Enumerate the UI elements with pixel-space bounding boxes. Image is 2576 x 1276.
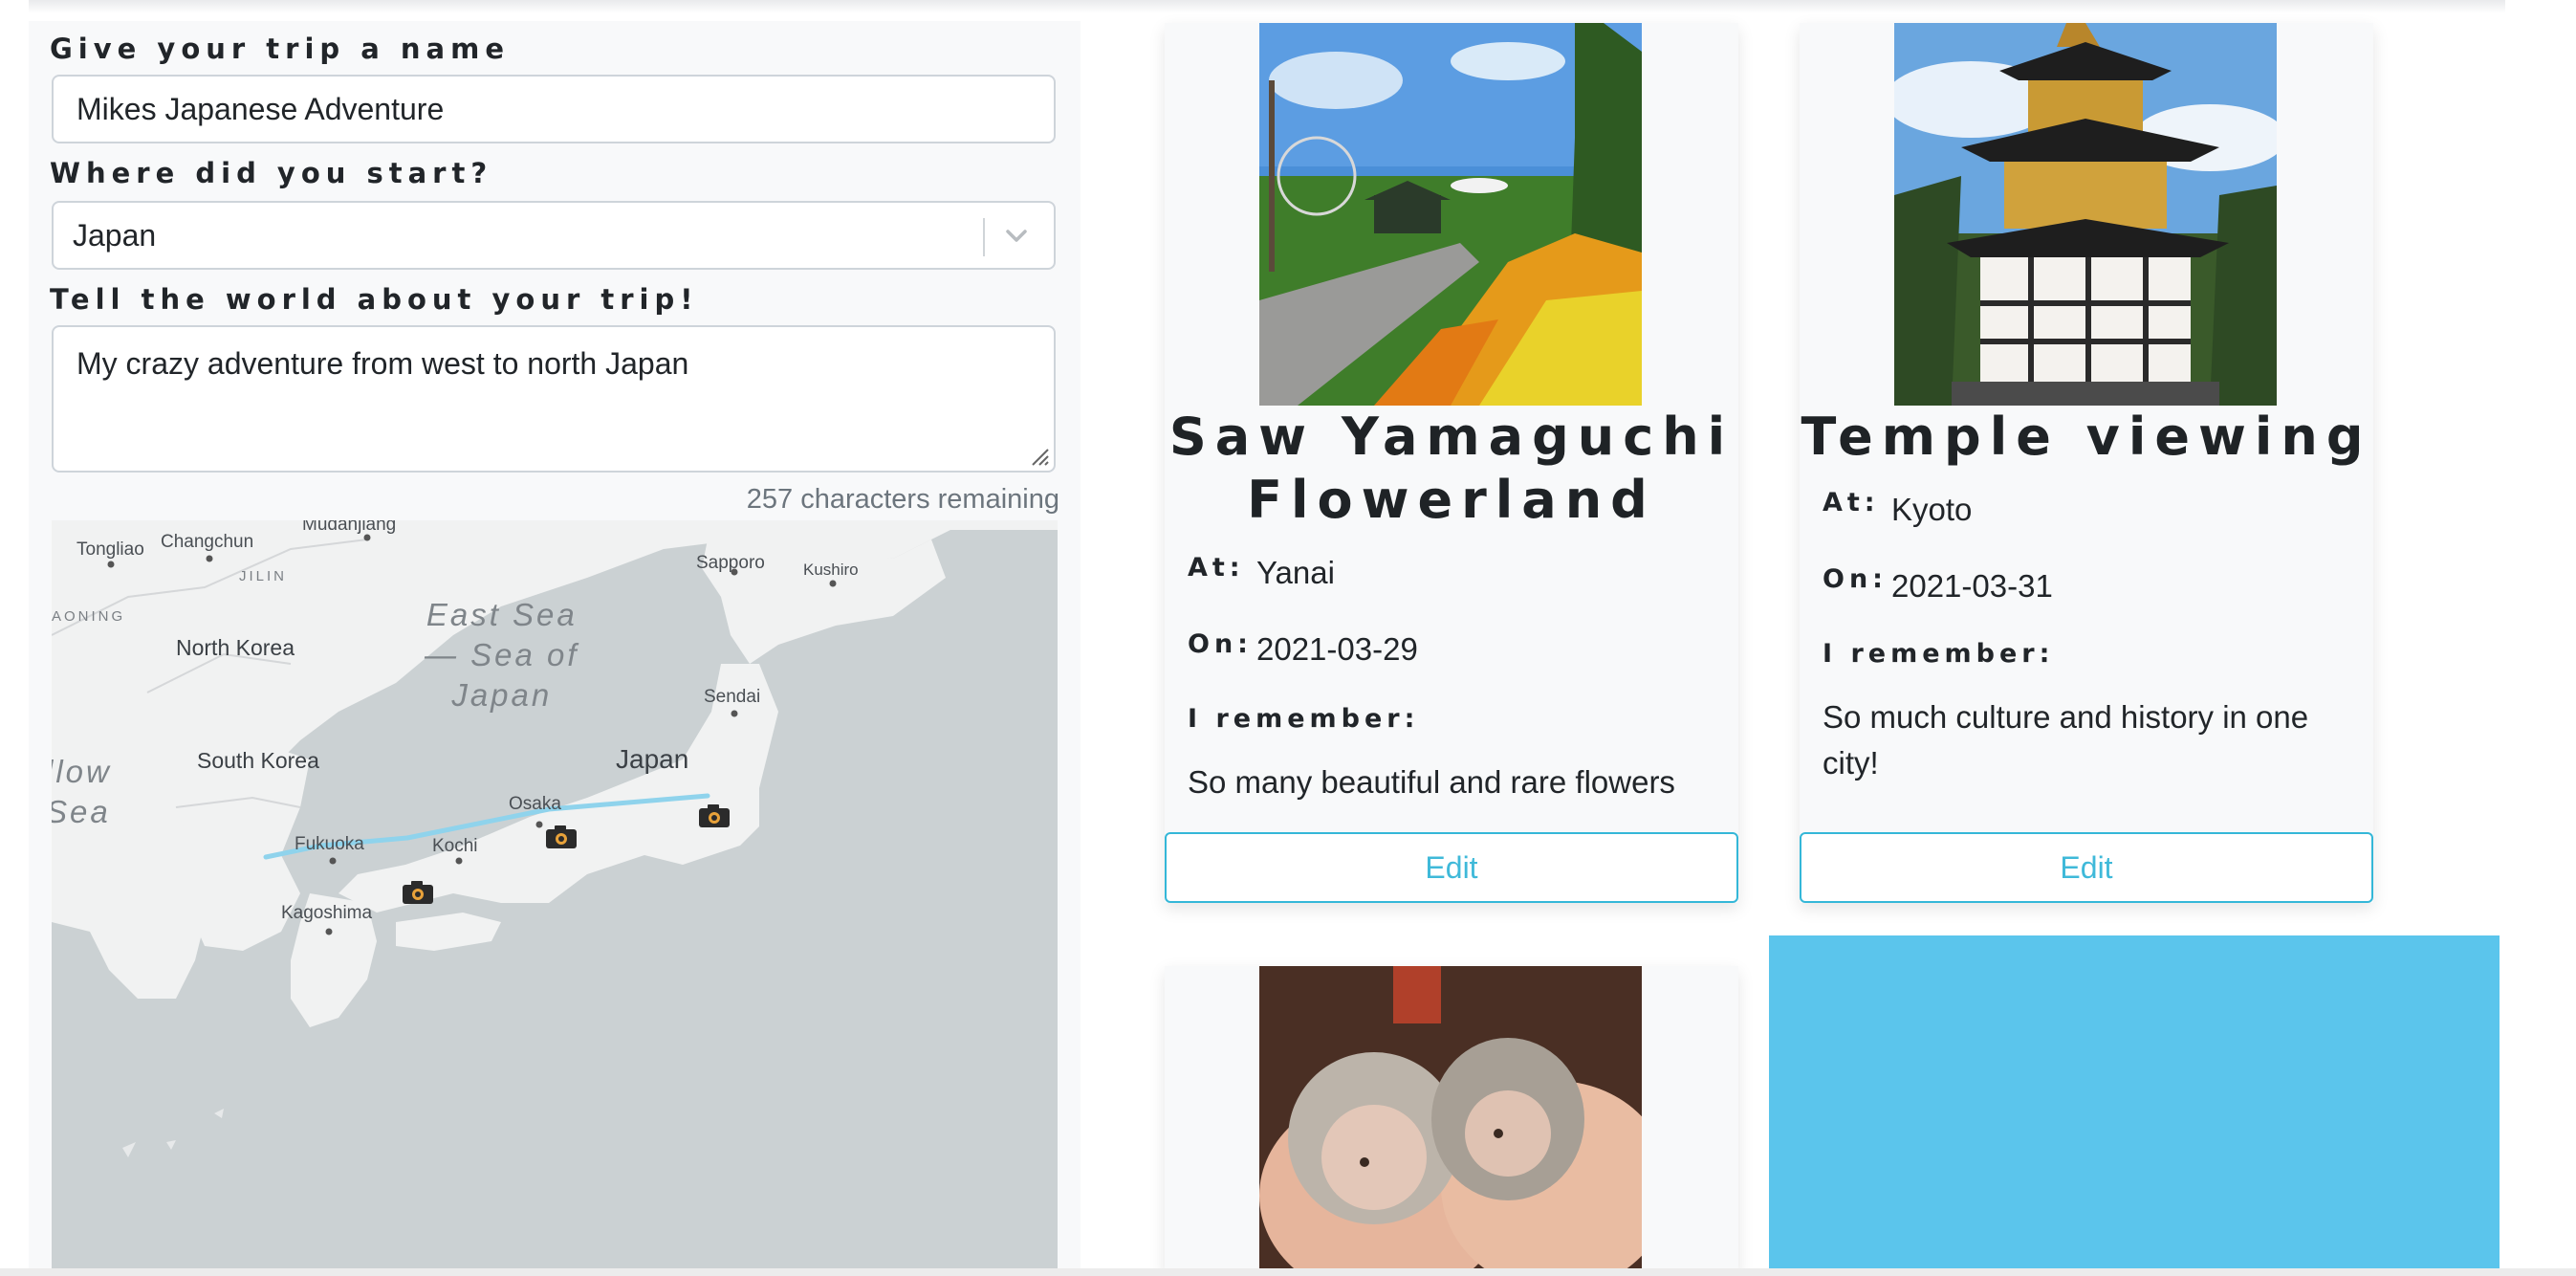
blue-placeholder-panel [1769,935,2500,1276]
trip-name-label: Give your trip a name [50,33,511,65]
on-value: 2021-03-29 [1256,631,1418,667]
temple-photo [1894,23,2277,406]
map-label-tongliao: Tongliao [76,539,144,560]
remember-label: I remember: [1188,704,1420,734]
camera-icon[interactable] [402,880,434,905]
select-divider [983,218,985,256]
map-label-sendai: Sendai [704,687,761,707]
bottom-scroll-edge [0,1268,2576,1276]
trip-description-label: Tell the world about your trip! [50,283,699,316]
camera-icon[interactable] [545,825,578,849]
hedgehogs-photo [1259,966,1642,1276]
trip-form-panel: Give your trip a name Mikes Japanese Adv… [29,21,1081,1276]
at-label: At: [1823,488,1880,517]
card-title: Temple viewing [1801,407,2372,467]
map-label-jilin: JILIN [239,568,288,584]
map-label-south-korea: South Korea [197,748,319,773]
on-label: On: [1188,629,1253,659]
map-label-sapporo: Sapporo [696,553,765,573]
chevron-down-icon[interactable] [1000,220,1033,253]
top-shadow [29,0,2505,13]
on-value: 2021-03-31 [1891,568,2053,604]
trip-card-hedgehogs [1165,966,1738,1276]
card-title: Saw Yamaguchi Flowerland [1168,407,1735,530]
map-label-changchun: Changchun [161,532,254,552]
trip-description-value: My crazy adventure from west to north Ja… [76,346,689,381]
at-value: Kyoto [1891,492,1973,527]
edit-button[interactable]: Edit [1165,832,1738,903]
start-location-select[interactable]: Japan [52,201,1056,270]
remember-label: I remember: [1823,639,2055,669]
flowerland-photo [1259,23,1642,406]
map-label-aoning: AONING [52,608,126,625]
memory-text: So much culture and history in one city! [1823,699,2309,781]
map-label-kushiro: Kushiro [803,561,859,579]
map-label-north-korea: North Korea [176,635,295,660]
at-value: Yanai [1256,555,1335,590]
map-label-kagoshima: Kagoshima [281,903,373,923]
on-label: On: [1823,564,1888,594]
map-label-east-sea: East Sea — Sea of Japan [425,597,579,713]
at-label: At: [1188,553,1245,583]
start-location-label: Where did you start? [50,157,493,189]
map-label-kochi: Kochi [432,836,478,856]
map-label-fukuoka: Fukuoka [295,834,364,854]
characters-remaining: 257 characters remaining [746,484,1059,515]
map-label-yellow-sea: llow Sea [52,754,112,829]
trip-description-textarea[interactable]: My crazy adventure from west to north Ja… [52,325,1056,473]
map-label-japan: Japan [616,744,689,774]
camera-icon[interactable] [698,803,731,828]
trip-name-input[interactable]: Mikes Japanese Adventure [52,75,1056,143]
trip-card-temple: Temple viewing At: Kyoto On: 2021-03-31 … [1800,23,2373,903]
start-location-value: Japan [73,218,157,253]
trip-card-flowerland: Saw Yamaguchi Flowerland At: Yanai On: 2… [1165,23,1738,903]
trip-map[interactable]: Tongliao Changchun Mudanjiang JILIN AONI… [52,520,1058,1276]
map-label-mudanjiang: Mudanjiang [302,520,397,535]
trip-name-value: Mikes Japanese Adventure [76,92,445,126]
map-label-osaka: Osaka [509,794,561,814]
memory-text: So many beautiful and rare flowers [1188,764,1675,800]
resize-grip-icon[interactable] [1029,446,1050,467]
edit-button[interactable]: Edit [1800,832,2373,903]
